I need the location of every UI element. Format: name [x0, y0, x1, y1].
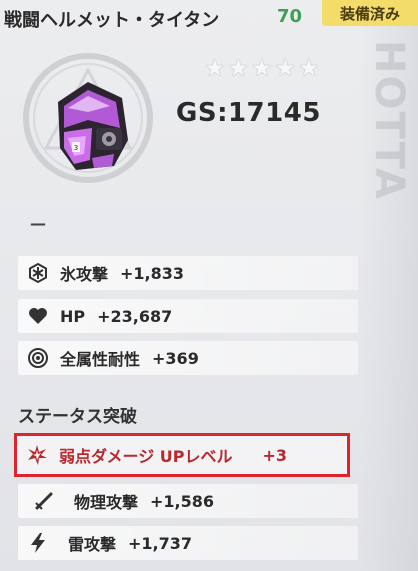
equipped-badge: 装備済み — [322, 0, 418, 26]
stat-value: +369 — [152, 348, 199, 368]
stat-name: 全属性耐性 — [60, 350, 141, 369]
weakness-burst-icon — [25, 443, 49, 467]
stat-value: +23,687 — [97, 306, 173, 326]
gear-score: GS:17145 — [176, 98, 321, 128]
rarity-stars: ★ ★ ★ ★ ★ — [204, 56, 320, 80]
stat-name: 氷攻撃 — [60, 265, 109, 284]
background-decoration: HOTTA — [358, 0, 418, 571]
helmet-item-icon: 3 — [18, 48, 158, 188]
clipped-stat-fragment: — — [30, 222, 49, 233]
star-icon: ★ — [274, 54, 297, 82]
stat-row-weakness-damage: 弱点ダメージ UPレベル +3 — [14, 433, 350, 477]
stat-row-physical-attack: 物理攻撃 +1,586 — [18, 484, 358, 518]
item-name: 戦闘ヘルメット・タイタン — [4, 10, 220, 31]
star-icon: ★ — [251, 54, 273, 82]
stat-row-thunder-attack: 雷攻撃 +1,737 — [18, 526, 358, 560]
stat-row-all-resistance: 全属性耐性 +369 — [18, 341, 358, 375]
item-header: 戦闘ヘルメット・タイタン 70 装備済み — [0, 0, 418, 36]
lightning-icon — [26, 531, 50, 555]
stat-name: 物理攻撃 — [74, 493, 139, 512]
snowflake-icon — [26, 261, 50, 285]
resistance-ring-icon — [26, 346, 50, 370]
helmet-icon: 3 — [23, 53, 153, 183]
stat-value: +1,833 — [120, 263, 185, 283]
stat-name: 雷攻撃 — [68, 535, 117, 554]
stat-value: +3 — [262, 445, 288, 465]
svg-text:3: 3 — [74, 144, 78, 152]
stat-row-hp: HP +23,687 — [18, 299, 358, 333]
sword-icon — [32, 489, 56, 513]
stat-name: 弱点ダメージ UPレベル — [59, 447, 233, 466]
stat-value: +1,586 — [150, 491, 215, 511]
star-icon: ★ — [227, 54, 250, 82]
stat-value: +1,737 — [128, 533, 193, 553]
stat-row-ice-attack: 氷攻撃 +1,833 — [18, 256, 358, 290]
breakthrough-section-title: ステータス突破 — [18, 407, 137, 427]
heart-icon — [26, 304, 50, 328]
item-level: 70 — [277, 6, 303, 27]
stat-name: HP — [60, 306, 86, 326]
clipped-stat-row: — — [18, 222, 358, 238]
background-deco-text: HOTTA — [366, 40, 412, 201]
star-icon: ★ — [298, 54, 320, 82]
star-icon: ★ — [204, 54, 226, 82]
